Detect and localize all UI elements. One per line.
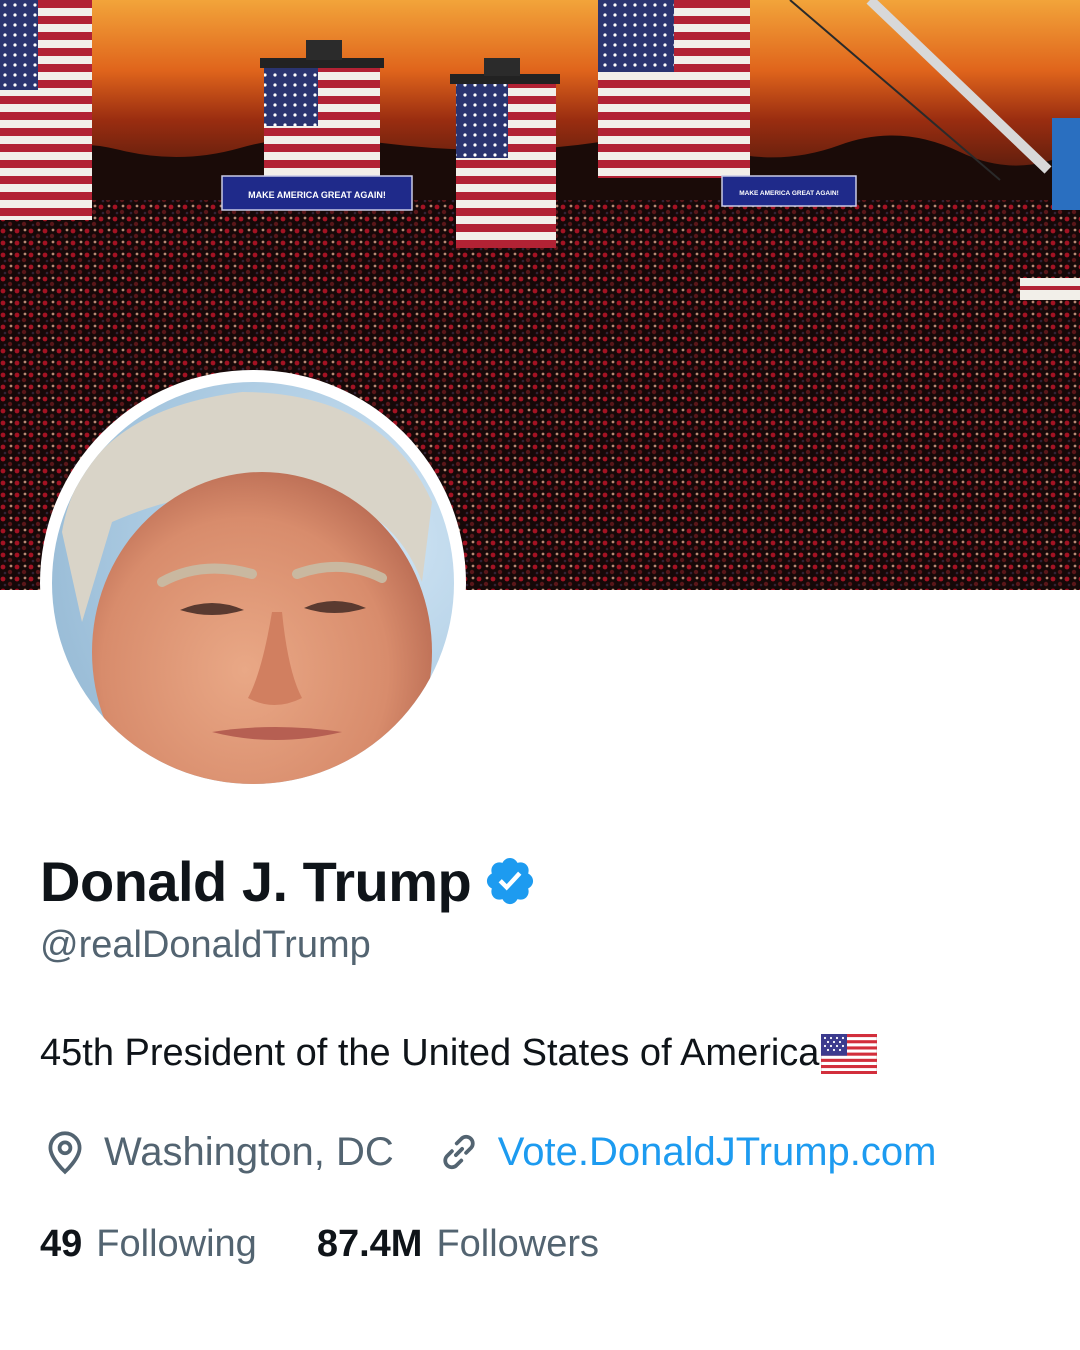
banner-sign-1: MAKE AMERICA GREAT AGAIN! — [248, 190, 386, 200]
profile-meta-row: Washington, DC Vote.DonaldJTrump.com — [40, 1124, 936, 1180]
verified-badge-icon[interactable] — [483, 854, 537, 908]
followers-label: Followers — [436, 1222, 600, 1265]
website-link[interactable]: Vote.DonaldJTrump.com — [498, 1130, 937, 1175]
profile-handle: @realDonaldTrump — [40, 924, 371, 966]
following-stat[interactable]: 49 Following — [40, 1223, 257, 1266]
profile-name-row: Donald J. Trump — [40, 846, 537, 916]
banner-sign-2: MAKE AMERICA GREAT AGAIN! — [739, 190, 839, 197]
profile-bio: 45th President of the United States of A… — [40, 1032, 878, 1075]
profile-avatar[interactable] — [52, 382, 454, 784]
location-pin-icon — [48, 1131, 82, 1175]
profile-stats-row: 49 Following 87.4M Followers — [40, 1216, 659, 1272]
display-name: Donald J. Trump — [40, 849, 472, 913]
following-count: 49 — [40, 1222, 83, 1265]
location-text: Washington, DC — [104, 1129, 394, 1174]
avatar-portrait — [62, 392, 432, 784]
bio-text: 45th President of the United States of A… — [40, 1032, 820, 1074]
us-flag-icon — [821, 1033, 878, 1074]
link-icon — [443, 1134, 475, 1170]
following-label: Following — [96, 1222, 257, 1265]
followers-stat[interactable]: 87.4M Followers — [317, 1223, 599, 1266]
followers-count: 87.4M — [316, 1222, 423, 1265]
